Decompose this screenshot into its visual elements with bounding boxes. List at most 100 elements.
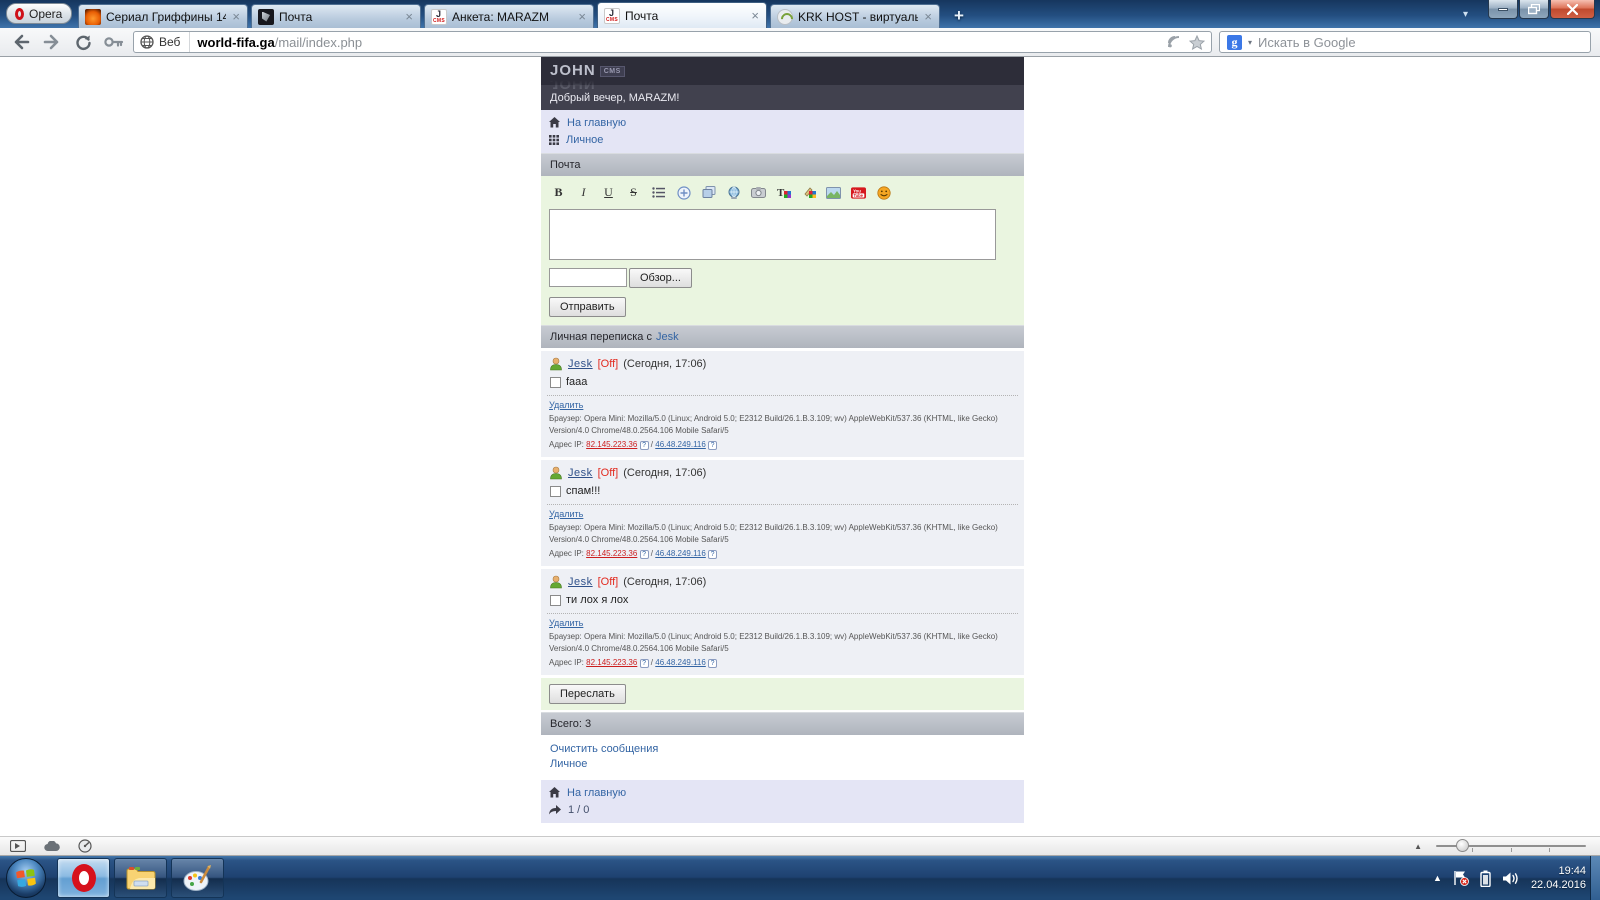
rss-icon[interactable] <box>1167 35 1181 49</box>
globe-icon <box>140 35 154 49</box>
taskbar-clock[interactable]: 19:44 22.04.2016 <box>1531 864 1586 892</box>
bookmark-star-icon[interactable] <box>1189 34 1205 50</box>
copy-icon[interactable] <box>701 185 716 200</box>
smiley-icon[interactable] <box>876 185 891 200</box>
author-link[interactable]: Jesk <box>568 576 593 588</box>
nav-home-link[interactable]: На главную <box>567 787 626 799</box>
fill-color-icon[interactable] <box>801 185 816 200</box>
tab-pochta-active[interactable]: Почта × <box>597 2 767 28</box>
camera-icon[interactable] <box>751 185 766 200</box>
ip-help-icon[interactable]: ? <box>639 659 649 668</box>
minimize-button[interactable] <box>1488 0 1518 19</box>
ip-help-icon[interactable]: ? <box>639 550 649 559</box>
zoom-slider[interactable] <box>1436 837 1586 855</box>
ip-primary-link[interactable]: 82.145.223.36 <box>586 549 637 558</box>
address-bar[interactable]: Веб world-fifa.ga/mail/index.php <box>133 31 1212 53</box>
ip-help-icon[interactable]: ? <box>639 441 649 450</box>
link-globe-icon[interactable] <box>726 185 741 200</box>
logo-reflection: JOHN <box>550 75 596 92</box>
nav-personal-link[interactable]: Личное <box>566 134 603 146</box>
panels-toggle-icon[interactable] <box>10 840 26 852</box>
taskbar-paint-button[interactable] <box>171 858 224 898</box>
forward-button[interactable] <box>40 30 64 54</box>
strikethrough-icon[interactable]: S <box>626 185 641 200</box>
file-path-input[interactable] <box>549 268 627 287</box>
zoom-slider-knob[interactable] <box>1456 839 1469 852</box>
ip-secondary-link[interactable]: 46.48.249.116 <box>655 440 706 449</box>
send-button[interactable]: Отправить <box>549 297 626 317</box>
tab-krk-host[interactable]: KRK HOST - виртуальн... × <box>770 4 940 28</box>
clear-messages-link[interactable]: Очистить сообщения <box>550 742 1015 757</box>
paint-icon <box>183 865 211 891</box>
author-link[interactable]: Jesk <box>568 467 593 479</box>
ip-primary-link[interactable]: 82.145.223.36 <box>586 440 637 449</box>
opera-menu-button[interactable]: Opera <box>6 3 72 24</box>
tray-hidden-icons-arrow[interactable]: ▲ <box>1433 873 1442 883</box>
author-link[interactable]: Jesk <box>568 358 593 370</box>
message-checkbox[interactable] <box>550 485 561 497</box>
tab-serial-griffiny[interactable]: Сериал Гриффины 14 ... × <box>78 4 248 28</box>
show-desktop-button[interactable] <box>1590 856 1600 900</box>
delete-link[interactable]: Удалить <box>549 618 583 628</box>
add-icon[interactable] <box>676 185 691 200</box>
underline-icon[interactable]: U <box>601 185 616 200</box>
new-tab-button[interactable]: + <box>947 5 971 27</box>
close-tab-icon[interactable]: × <box>750 9 760 22</box>
url-domain: world-fifa.ga <box>197 34 275 50</box>
ip-help-icon[interactable]: ? <box>708 441 718 450</box>
google-engine-icon[interactable]: g <box>1227 34 1242 50</box>
thread-user-link[interactable]: Jesk <box>656 331 679 343</box>
browse-button[interactable]: Обзор... <box>629 268 692 288</box>
ip-secondary-link[interactable]: 46.48.249.116 <box>655 549 706 558</box>
close-button[interactable] <box>1550 0 1595 19</box>
close-tab-icon[interactable]: × <box>231 10 241 23</box>
action-center-flag-icon[interactable] <box>1453 870 1469 886</box>
key-icon-button[interactable] <box>102 30 126 54</box>
ip-primary-link[interactable]: 82.145.223.36 <box>586 658 637 667</box>
taskbar-opera-button[interactable] <box>57 858 110 898</box>
forward-button[interactable]: Переслать <box>549 684 626 704</box>
ip-help-icon[interactable]: ? <box>708 550 718 559</box>
johncms-icon <box>431 8 447 25</box>
ip-help-icon[interactable]: ? <box>708 659 718 668</box>
restore-button[interactable] <box>1519 0 1549 19</box>
font-color-icon[interactable]: T <box>776 185 791 200</box>
image-icon[interactable] <box>826 185 841 200</box>
tab-overflow-chevron-icon[interactable]: ▾ <box>1463 9 1468 20</box>
bold-icon[interactable]: B <box>551 185 566 200</box>
start-button[interactable] <box>6 858 46 898</box>
message-textarea[interactable] <box>549 209 996 260</box>
svg-text:T: T <box>777 187 785 199</box>
bottom-navigation: На главную 1 / 0 <box>541 780 1024 823</box>
page-counter[interactable]: 1 / 0 <box>568 804 589 816</box>
speed-gauge-icon[interactable] <box>78 839 92 853</box>
delete-link[interactable]: Удалить <box>549 509 583 519</box>
list-icon[interactable] <box>651 185 666 200</box>
close-tab-icon[interactable]: × <box>577 10 587 23</box>
search-engine-dropdown-icon[interactable]: ▾ <box>1248 38 1252 47</box>
back-button[interactable] <box>9 30 33 54</box>
close-tab-icon[interactable]: × <box>404 10 414 23</box>
zoom-menu-arrow-icon[interactable]: ▲ <box>1414 842 1422 851</box>
close-icon <box>1567 3 1578 15</box>
url-text[interactable]: world-fifa.ga/mail/index.php <box>197 35 362 50</box>
message-checkbox[interactable] <box>550 594 561 606</box>
tab-pochta-1[interactable]: Почта × <box>251 4 421 28</box>
search-bar[interactable]: g ▾ <box>1219 31 1591 53</box>
tab-anketa-marazm[interactable]: Анкета: MARAZM × <box>424 4 594 28</box>
taskbar-explorer-button[interactable] <box>114 858 167 898</box>
turbo-cloud-icon[interactable] <box>44 840 60 852</box>
message-checkbox[interactable] <box>550 376 561 388</box>
youtube-icon[interactable]: You Tube <box>851 185 866 200</box>
italic-icon[interactable]: I <box>576 185 591 200</box>
search-input[interactable] <box>1258 34 1583 50</box>
personal-link[interactable]: Личное <box>550 757 1015 772</box>
nav-home-link[interactable]: На главную <box>567 117 626 129</box>
web-badge[interactable]: Веб <box>140 32 191 52</box>
volume-icon[interactable] <box>1502 871 1520 886</box>
delete-link[interactable]: Удалить <box>549 400 583 410</box>
battery-icon[interactable] <box>1480 870 1491 887</box>
ip-secondary-link[interactable]: 46.48.249.116 <box>655 658 706 667</box>
reload-button[interactable] <box>71 30 95 54</box>
close-tab-icon[interactable]: × <box>923 10 933 23</box>
